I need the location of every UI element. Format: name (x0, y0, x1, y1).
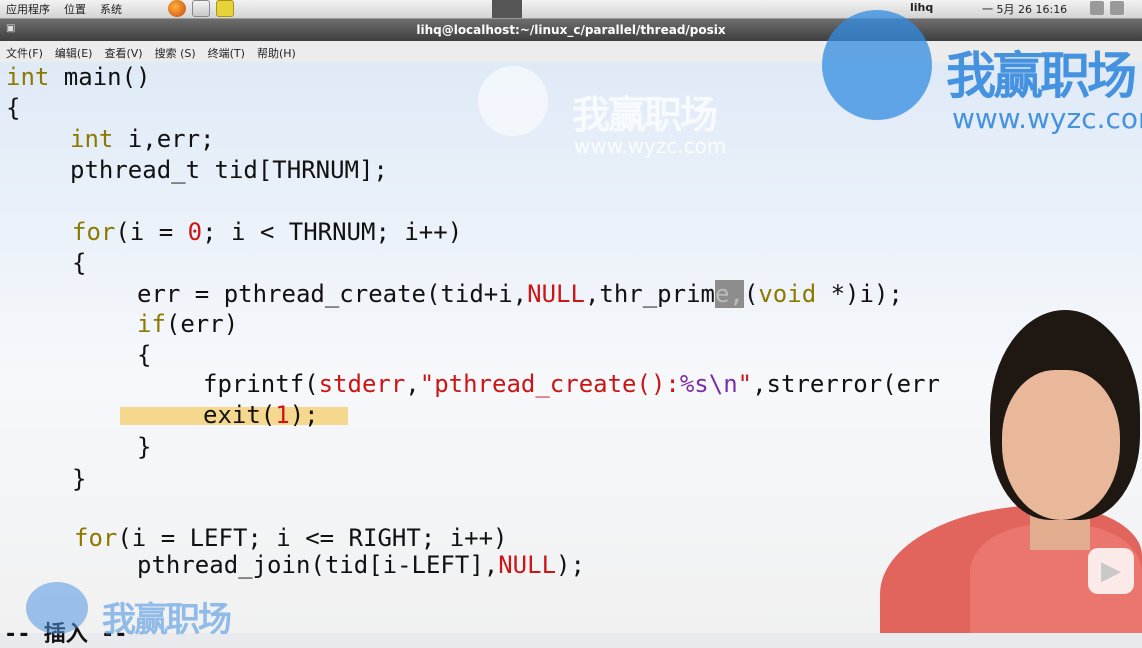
taskbar-button[interactable] (492, 0, 522, 18)
menu-edit[interactable]: 编辑(E) (49, 41, 99, 62)
code-line: pthread_t tid[THRNUM]; (70, 156, 388, 184)
code-line: fprintf(stderr,"pthread_create():%s\n",s… (203, 370, 940, 398)
code-line: } (137, 433, 152, 461)
video-play-icon[interactable]: ▶ (1088, 548, 1134, 594)
network-icon[interactable] (1090, 1, 1104, 15)
top-panel: 应用程序 位置 系统 lihq 一 5月 26 16:16 (0, 0, 1142, 19)
code-line: if(err) (137, 310, 239, 338)
volume-icon[interactable] (1110, 1, 1124, 15)
code-line: } (72, 465, 87, 493)
code-line: for(i = LEFT; i <= RIGHT; i++) (74, 524, 508, 552)
panel-menu-system[interactable]: 系统 (100, 1, 122, 17)
code-line: for(i = 0; i < THRNUM; i++) (72, 218, 463, 246)
menu-terminal[interactable]: 终端(T) (202, 41, 251, 62)
window-title: lihq@localhost:~/linux_c/parallel/thread… (416, 23, 726, 37)
window-titlebar[interactable]: ▣ lihq@localhost:~/linux_c/parallel/thre… (0, 19, 1142, 41)
panel-menu-applications[interactable]: 应用程序 (6, 1, 50, 17)
firefox-icon[interactable] (168, 0, 186, 17)
panel-user[interactable]: lihq (910, 1, 933, 14)
panel-clock[interactable]: 一 5月 26 16:16 (982, 1, 1067, 17)
watermark-logo-large-icon (822, 10, 932, 120)
watermark-logo-icon (478, 66, 548, 136)
system-tray (1090, 1, 1124, 15)
presenter-face (1002, 370, 1120, 520)
code-line: exit(1); (203, 401, 319, 429)
menu-help[interactable]: 帮助(H) (251, 41, 302, 62)
code-line: int main() (6, 63, 151, 91)
code-line: pthread_join(tid[i-LEFT],NULL); (137, 551, 585, 579)
menu-search[interactable]: 搜索 (S) (149, 41, 202, 62)
code-line: { (137, 341, 152, 369)
mail-icon[interactable] (192, 0, 210, 17)
menu-view[interactable]: 查看(V) (98, 41, 148, 62)
code-line: { (72, 249, 87, 277)
code-line: int i,err; (70, 125, 215, 153)
code-line: { (6, 94, 21, 122)
code-line: err = pthread_create(tid+i,NULL,thr_prim… (137, 280, 903, 308)
watermark-logo-bottom-icon (26, 582, 88, 634)
notes-icon[interactable] (216, 0, 234, 17)
text-cursor: e, (714, 280, 744, 308)
menu-file[interactable]: 文件(F) (0, 41, 49, 62)
menubar: 文件(F) 编辑(E) 查看(V) 搜索 (S) 终端(T) 帮助(H) (0, 41, 1142, 63)
panel-menu: 应用程序 位置 系统 (6, 1, 122, 17)
panel-menu-places[interactable]: 位置 (64, 1, 86, 17)
panel-launchers (168, 0, 234, 17)
